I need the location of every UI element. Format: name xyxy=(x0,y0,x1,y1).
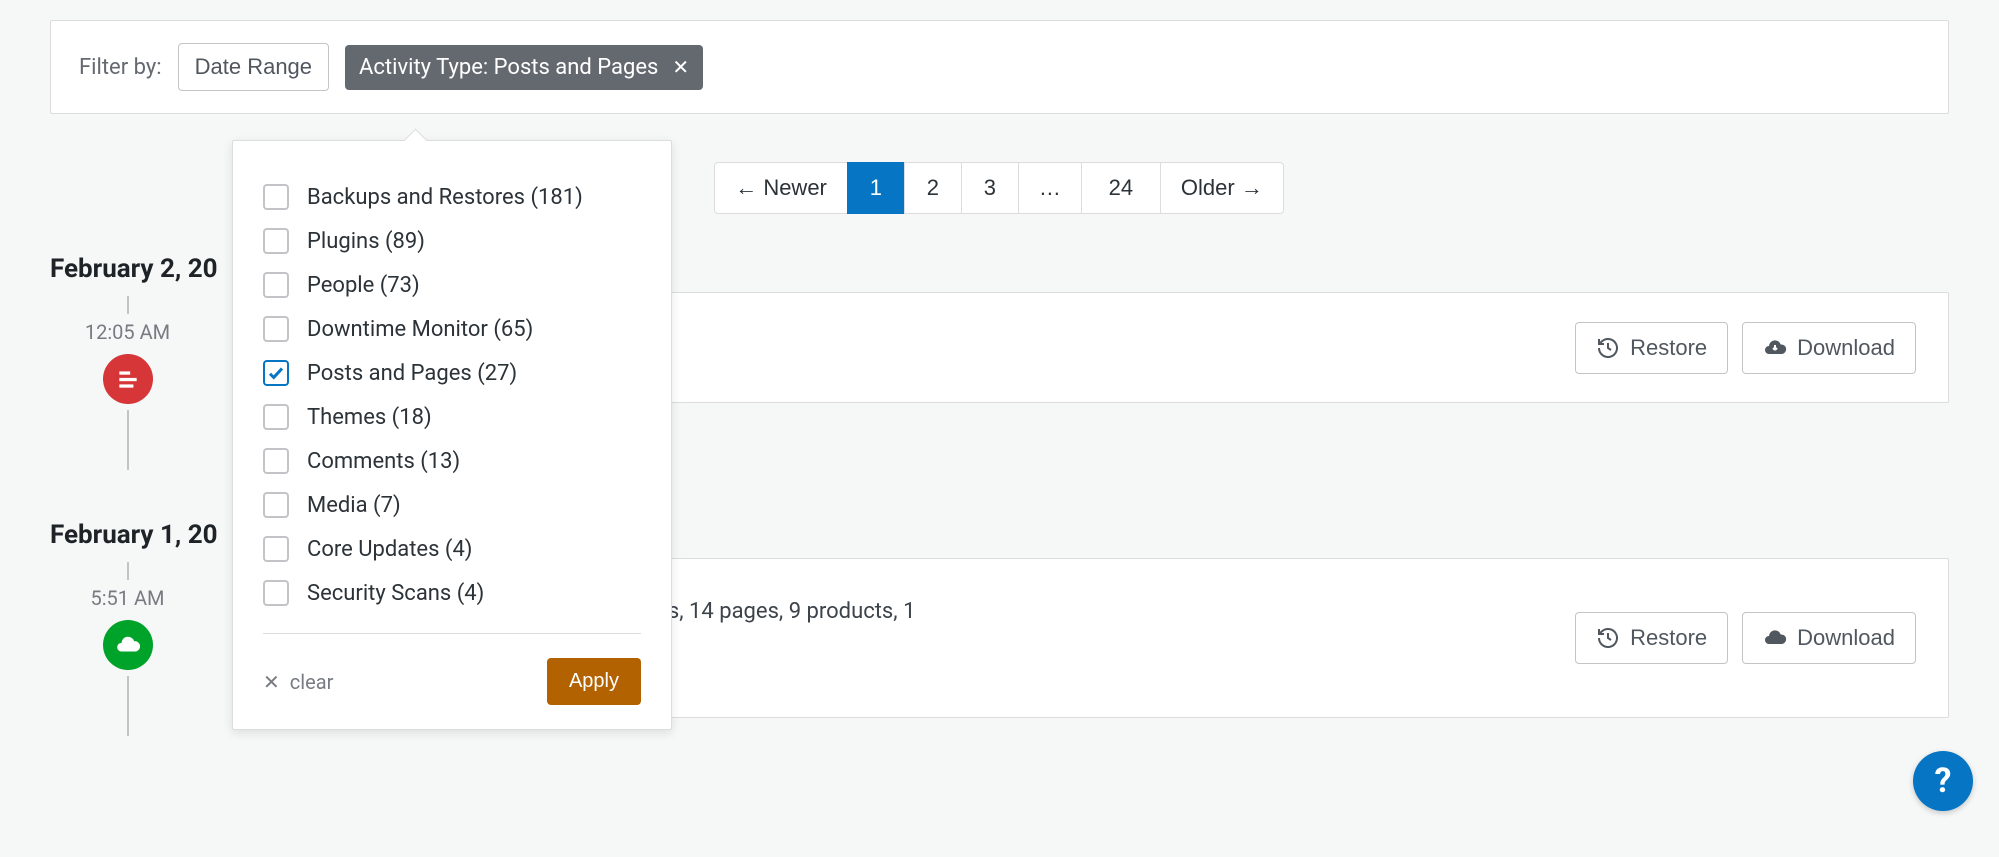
download-icon xyxy=(1763,336,1787,360)
clear-filter-button[interactable]: ✕ clear xyxy=(263,670,333,694)
pagination-page-1[interactable]: 1 xyxy=(847,162,905,214)
activity-time: 5:51 AM xyxy=(90,586,164,610)
download-icon xyxy=(1763,626,1787,650)
filter-option[interactable]: Posts and Pages (27) xyxy=(263,351,641,395)
checkbox[interactable] xyxy=(263,448,289,474)
download-button[interactable]: Download xyxy=(1742,612,1916,664)
checkbox[interactable] xyxy=(263,404,289,430)
filter-option[interactable]: People (73) xyxy=(263,263,641,307)
restore-button[interactable]: Restore xyxy=(1575,322,1728,374)
filter-option[interactable]: Downtime Monitor (65) xyxy=(263,307,641,351)
checkbox[interactable] xyxy=(263,360,289,386)
filter-option-label: Downtime Monitor (65) xyxy=(307,317,533,342)
activity-time: 12:05 AM xyxy=(85,320,170,344)
filter-option[interactable]: Plugins (89) xyxy=(263,219,641,263)
checkbox[interactable] xyxy=(263,184,289,210)
activity-type-pill-label: Activity Type: Posts and Pages xyxy=(359,55,658,80)
pagination-ellipsis: … xyxy=(1018,162,1082,214)
filter-option-label: Backups and Restores (181) xyxy=(307,185,583,210)
close-icon[interactable]: ✕ xyxy=(672,55,689,79)
filter-option-label: Security Scans (4) xyxy=(307,581,484,606)
filter-option-label: Posts and Pages (27) xyxy=(307,361,517,386)
arrow-left-icon: ← xyxy=(735,175,757,200)
post-icon xyxy=(103,354,153,404)
backup-icon xyxy=(103,620,153,670)
restore-button[interactable]: Restore xyxy=(1575,612,1728,664)
filter-option-label: People (73) xyxy=(307,273,420,298)
help-button[interactable]: ? xyxy=(1913,751,1973,811)
filter-option-label: Comments (13) xyxy=(307,449,460,474)
filter-option[interactable]: Core Updates (4) xyxy=(263,527,641,571)
filter-option[interactable]: Themes (18) xyxy=(263,395,641,439)
activity-type-dropdown: Backups and Restores (181) Plugins (89) Pe… xyxy=(232,140,672,730)
filter-option[interactable]: Media (7) xyxy=(263,483,641,527)
restore-icon xyxy=(1596,336,1620,360)
checkbox[interactable] xyxy=(263,272,289,298)
filter-option[interactable]: Security Scans (4) xyxy=(263,571,641,615)
filter-option-label: Themes (18) xyxy=(307,405,432,430)
filter-option-label: Plugins (89) xyxy=(307,229,425,254)
filter-option-label: Core Updates (4) xyxy=(307,537,472,562)
checkbox[interactable] xyxy=(263,536,289,562)
checkbox[interactable] xyxy=(263,580,289,606)
apply-filter-button[interactable]: Apply xyxy=(547,658,641,705)
filter-option-label: Media (7) xyxy=(307,493,401,518)
close-icon: ✕ xyxy=(263,670,280,694)
pagination-older[interactable]: Older → xyxy=(1160,162,1284,214)
filter-label: Filter by: xyxy=(79,55,162,80)
checkbox[interactable] xyxy=(263,228,289,254)
filter-option[interactable]: Backups and Restores (181) xyxy=(263,175,641,219)
filter-option[interactable]: Comments (13) xyxy=(263,439,641,483)
checkbox[interactable] xyxy=(263,492,289,518)
pagination-newer[interactable]: ← Newer xyxy=(714,162,848,214)
date-range-button[interactable]: Date Range xyxy=(178,43,329,91)
pagination-page-3[interactable]: 3 xyxy=(961,162,1019,214)
pagination-page-2[interactable]: 2 xyxy=(904,162,962,214)
restore-icon xyxy=(1596,626,1620,650)
arrow-right-icon: → xyxy=(1241,175,1263,200)
pagination-page-24[interactable]: 24 xyxy=(1081,162,1161,214)
download-button[interactable]: Download xyxy=(1742,322,1916,374)
filter-bar: Filter by: Date Range Activity Type: Pos… xyxy=(50,20,1949,114)
checkbox[interactable] xyxy=(263,316,289,342)
activity-type-pill[interactable]: Activity Type: Posts and Pages ✕ xyxy=(345,45,703,90)
